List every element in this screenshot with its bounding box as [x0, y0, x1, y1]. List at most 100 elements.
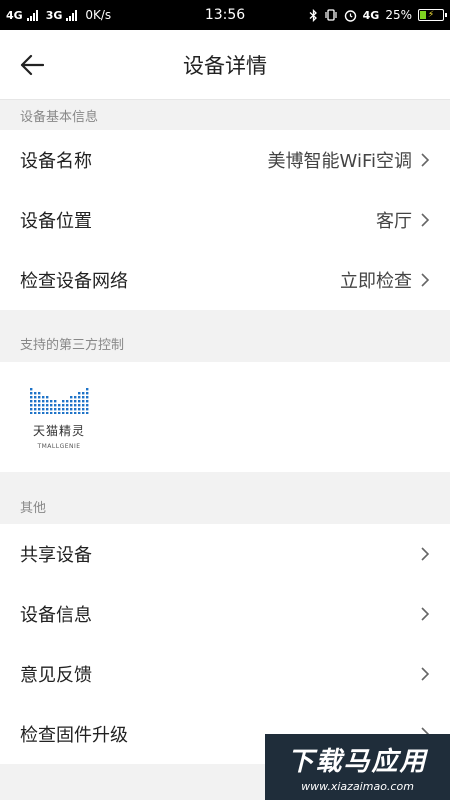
logo-dot — [30, 404, 33, 407]
logo-dot — [82, 408, 85, 411]
row-label: 设备名称 — [20, 151, 92, 172]
chevron-right-icon — [421, 607, 430, 621]
watermark: 下载马应用 www.xiazaimao.com — [265, 734, 450, 800]
logo-dot — [78, 392, 81, 395]
row-check-network[interactable]: 检查设备网络 立即检查 — [0, 250, 450, 310]
logo-dot — [82, 412, 85, 414]
logo-dot — [54, 412, 57, 414]
logo-dot — [38, 404, 41, 407]
logo-dot — [42, 400, 45, 403]
logo-dot — [34, 400, 37, 403]
logo-dot — [70, 396, 73, 399]
logo-dot — [58, 412, 61, 414]
row-value: 美博智能WiFi空调 — [267, 151, 412, 172]
logo-dot — [42, 396, 45, 399]
section-basic-info-label: 设备基本信息 — [20, 110, 99, 125]
logo-dot — [78, 412, 81, 414]
back-button[interactable] — [20, 52, 48, 78]
logo-dot — [82, 400, 85, 403]
third-party-group: 天猫精灵 TMALLGENIE — [0, 362, 450, 472]
battery-icon: ⚡ — [418, 9, 447, 21]
logo-dot — [42, 412, 45, 414]
logo-dot — [58, 408, 61, 411]
row-label: 检查固件升级 — [20, 725, 128, 746]
row-device-location[interactable]: 设备位置 客厅 — [0, 190, 450, 250]
logo-dot — [46, 404, 49, 407]
chevron-right-icon — [421, 213, 430, 227]
logo-dot — [78, 396, 81, 399]
logo-dot — [54, 400, 57, 403]
logo-dot — [42, 404, 45, 407]
logo-dot — [70, 404, 73, 407]
logo-dot — [82, 392, 85, 395]
logo-dot — [46, 412, 49, 414]
network-type-3: 4G — [362, 8, 380, 22]
basic-info-group: 设备名称 美博智能WiFi空调 设备位置 客厅 检查设备网络 立即检查 — [0, 130, 450, 310]
logo-dot — [34, 396, 37, 399]
bluetooth-icon — [309, 8, 317, 22]
logo-dot — [38, 408, 41, 411]
tmall-genie-name: 天猫精灵 — [32, 424, 85, 438]
logo-dot — [78, 400, 81, 403]
logo-dot — [30, 408, 33, 411]
logo-dot — [38, 412, 41, 414]
logo-dot — [46, 396, 49, 399]
chevron-right-icon — [421, 667, 430, 681]
logo-dot — [30, 412, 33, 414]
logo-dot — [58, 404, 61, 407]
row-label: 设备信息 — [20, 605, 92, 626]
tmall-genie-icon — [30, 388, 89, 414]
logo-dot — [30, 392, 33, 395]
logo-dot — [62, 408, 65, 411]
tmall-genie-name-en: TMALLGENIE — [37, 443, 81, 450]
network-type-2: 3G — [45, 8, 63, 22]
logo-dot — [66, 408, 69, 411]
logo-dot — [86, 400, 89, 403]
logo-dot — [34, 412, 37, 414]
logo-dot — [74, 404, 77, 407]
logo-dot — [46, 400, 49, 403]
logo-dot — [66, 412, 69, 414]
logo-dot — [62, 404, 65, 407]
logo-dot — [34, 404, 37, 407]
signal-icon — [26, 9, 38, 21]
logo-dot — [74, 408, 77, 411]
logo-dot — [34, 392, 37, 395]
logo-dot — [50, 412, 53, 414]
logo-dot — [78, 408, 81, 411]
tmall-genie-logo[interactable]: 天猫精灵 TMALLGENIE — [28, 384, 90, 450]
row-device-name[interactable]: 设备名称 美博智能WiFi空调 — [0, 130, 450, 190]
logo-dot — [74, 396, 77, 399]
logo-dot — [86, 396, 89, 399]
network-speed: 0K/s — [85, 8, 112, 22]
row-value: 客厅 — [376, 211, 412, 232]
logo-dot — [86, 388, 89, 391]
section-third-party-label: 支持的第三方控制 — [20, 338, 125, 353]
row-label: 设备位置 — [20, 211, 92, 232]
alarm-icon — [344, 9, 356, 22]
logo-dot — [30, 388, 33, 391]
page-title: 设备详情 — [183, 53, 267, 78]
logo-dot — [74, 412, 77, 414]
logo-dot — [70, 412, 73, 414]
row-share-device[interactable]: 共享设备 — [0, 524, 450, 584]
logo-dot — [78, 404, 81, 407]
app-header: 设备详情 — [0, 30, 450, 100]
logo-dot — [42, 408, 45, 411]
row-device-info[interactable]: 设备信息 — [0, 584, 450, 644]
back-arrow-icon — [20, 54, 44, 76]
clock: 13:56 — [204, 7, 246, 23]
other-group: 共享设备 设备信息 意见反馈 检查固件升级 — [0, 524, 450, 764]
logo-dot — [86, 408, 89, 411]
row-feedback[interactable]: 意见反馈 — [0, 644, 450, 704]
logo-dot — [86, 412, 89, 414]
chevron-right-icon — [421, 153, 430, 167]
signal-icon — [66, 9, 78, 21]
logo-dot — [50, 408, 53, 411]
logo-dot — [86, 404, 89, 407]
logo-dot — [66, 404, 69, 407]
logo-dot — [62, 400, 65, 403]
logo-dot — [30, 396, 33, 399]
logo-dot — [82, 404, 85, 407]
section-other-label: 其他 — [20, 501, 47, 516]
